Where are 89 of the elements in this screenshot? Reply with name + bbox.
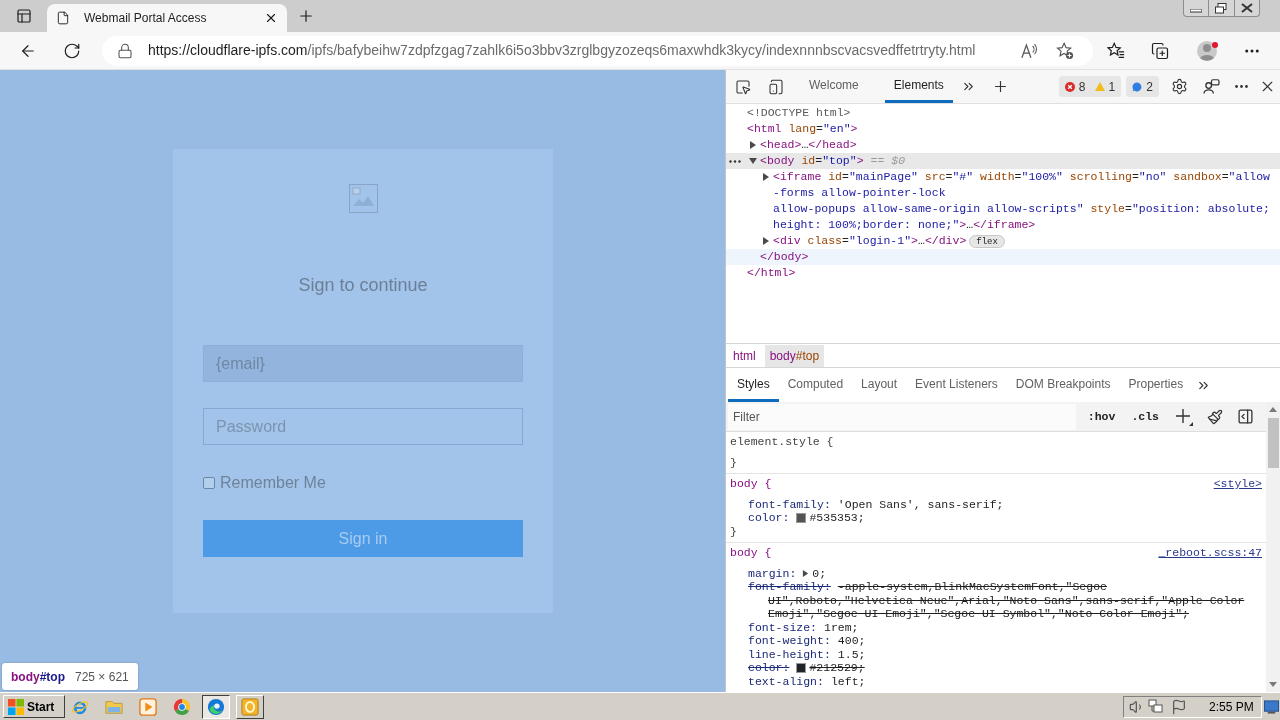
start-button[interactable]: Start — [3, 695, 65, 718]
issues-counter[interactable]: 2 — [1126, 76, 1159, 97]
flex-badge[interactable]: flex — [969, 234, 1005, 248]
css-selector: body { — [730, 545, 772, 562]
taskbar-button[interactable] — [202, 694, 230, 719]
devtools-tab[interactable]: Elements — [884, 70, 953, 103]
close-icon[interactable] — [1240, 3, 1253, 13]
css-selector: element.style { — [730, 434, 834, 451]
show-desktop-icon[interactable] — [1264, 699, 1279, 714]
styles-pane-tab[interactable]: Computed — [778, 368, 853, 402]
source-link[interactable]: _reboot.scss:47 — [1158, 544, 1262, 562]
scrollbar-track[interactable] — [1266, 402, 1280, 692]
url-text: https://cloudflare-ipfs.com/ipfs/bafybeihw7zdpfzgag7zahlk6i5o3bbv3zrglbgyzozeqs6maxwhdk3kycy/indexnnnbscvacsvedffetrtryty.html — [148, 41, 976, 60]
dom-tree-row[interactable]: <!DOCTYPE html> — [726, 105, 1280, 121]
close-icon[interactable] — [264, 11, 278, 25]
remember-checkbox[interactable] — [203, 477, 215, 489]
devtools-tab[interactable]: Welcome — [800, 70, 868, 103]
element-selector: body#top — [11, 668, 65, 686]
dom-tree-row[interactable]: </html> — [726, 265, 1280, 281]
refresh-icon[interactable] — [63, 41, 81, 60]
error-icon — [1064, 81, 1075, 92]
sign-in-heading: Sign to continue — [297, 274, 429, 297]
state-toggle-button[interactable]: .cls — [1129, 407, 1161, 426]
css-selector: body { — [730, 476, 772, 493]
css-value: 0; — [812, 565, 827, 582]
edge-logo-icon[interactable] — [207, 697, 225, 716]
network-icon[interactable] — [1148, 698, 1164, 715]
expand-triangle-icon[interactable] — [749, 141, 757, 149]
element-size: 725 × 621 — [75, 668, 129, 686]
css-value: 'Open Sans', sans-serif; — [837, 496, 1004, 513]
css-property: font-family: — [748, 496, 831, 513]
styles-pane-tab[interactable]: DOM Breakpoints — [1006, 368, 1120, 402]
dom-tree-row[interactable]: <body id="top"> == $0 — [726, 153, 1280, 169]
dom-tree-row[interactable]: <head>…</head> — [726, 137, 1280, 153]
new-tab-icon[interactable] — [297, 7, 315, 25]
source-link[interactable]: <style> — [1213, 475, 1262, 493]
css-value: #535353; — [809, 510, 865, 527]
paintbrush-icon[interactable] — [1207, 408, 1223, 425]
color-swatch-icon[interactable] — [796, 662, 807, 673]
expand-triangle-icon[interactable] — [802, 569, 810, 577]
collapse-triangle-icon[interactable] — [749, 157, 757, 165]
browser-tab[interactable]: Webmail Portal Access — [47, 4, 287, 32]
inspect-icon[interactable] — [735, 78, 751, 95]
closing-brace: } — [730, 454, 737, 471]
page-icon — [56, 10, 70, 26]
address-bar[interactable]: https://cloudflare-ipfs.com/ipfs/bafybeihw7zdpfzgag7zahlk6i5o3bbv3zrglbgyzozeqs6maxwhdk3kycy/indexnnnbscvacsvedffetrtryty.html — [102, 35, 1093, 66]
flag-icon[interactable] — [1171, 698, 1187, 715]
scroll-up-icon[interactable] — [1269, 407, 1277, 412]
css-property: color: — [748, 510, 790, 527]
collections-icon[interactable] — [1151, 41, 1169, 60]
breadcrumb[interactable]: body#top — [764, 344, 825, 367]
dom-tree-row[interactable]: </body> — [726, 249, 1280, 265]
favorites-icon[interactable] — [1107, 41, 1125, 60]
settings-icon[interactable] — [1170, 78, 1188, 95]
styles-pane-tab[interactable]: Layout — [852, 368, 907, 402]
css-property: margin: — [748, 565, 797, 582]
add-favorite-icon[interactable] — [1056, 41, 1074, 60]
chrome-logo-icon[interactable] — [173, 697, 191, 716]
restore-icon[interactable] — [1215, 2, 1228, 14]
dom-tree-row[interactable]: <iframe id="mainPage" src="#" width="100%" scrolling="no" sandbox="allow -forms allow-pointer-lock allow-popups allow-same-origin allow-scripts" style="position: absolute; height: 100%;border: none;">…</iframe> — [726, 169, 1280, 233]
device-icon[interactable] — [768, 78, 784, 95]
sidebar-toggle-icon[interactable] — [1237, 408, 1254, 425]
expand-triangle-icon[interactable] — [762, 173, 770, 181]
new-rule-icon[interactable] — [1175, 407, 1193, 426]
expand-triangle-icon[interactable] — [762, 237, 770, 245]
lock-icon[interactable] — [117, 42, 133, 59]
closing-brace: } — [730, 523, 737, 540]
more-dots-icon[interactable] — [728, 160, 742, 163]
scrollbar-thumb[interactable] — [1267, 418, 1279, 468]
windows-logo-icon — [8, 698, 24, 715]
read-aloud-icon[interactable] — [1021, 42, 1039, 59]
dom-tree-row[interactable]: <html lang="en"> — [726, 121, 1280, 137]
state-toggle-button[interactable]: :hov — [1085, 407, 1118, 426]
tab-actions-icon[interactable] — [15, 8, 32, 24]
styles-pane-tab[interactable]: Properties — [1119, 368, 1193, 402]
message-icon — [1132, 81, 1143, 92]
styles-pane-tab[interactable]: Event Listeners — [906, 368, 1007, 402]
issues-counter[interactable]: 8 1 — [1058, 76, 1122, 97]
broken-image-icon — [348, 184, 378, 213]
profile-avatar-icon[interactable] — [1197, 39, 1219, 62]
dom-tree-row[interactable]: <div class="login-1">…</div> flex — [726, 233, 1280, 249]
minimize-icon[interactable] — [1190, 8, 1203, 13]
warning-icon — [1094, 82, 1105, 91]
person-chat-icon[interactable] — [1202, 79, 1220, 94]
scroll-down-icon[interactable] — [1269, 682, 1277, 687]
color-swatch-icon[interactable] — [796, 512, 807, 523]
password-field[interactable]: Password — [203, 408, 523, 445]
filter-field[interactable]: Filter — [728, 403, 1076, 430]
breadcrumb[interactable]: html — [728, 344, 761, 367]
